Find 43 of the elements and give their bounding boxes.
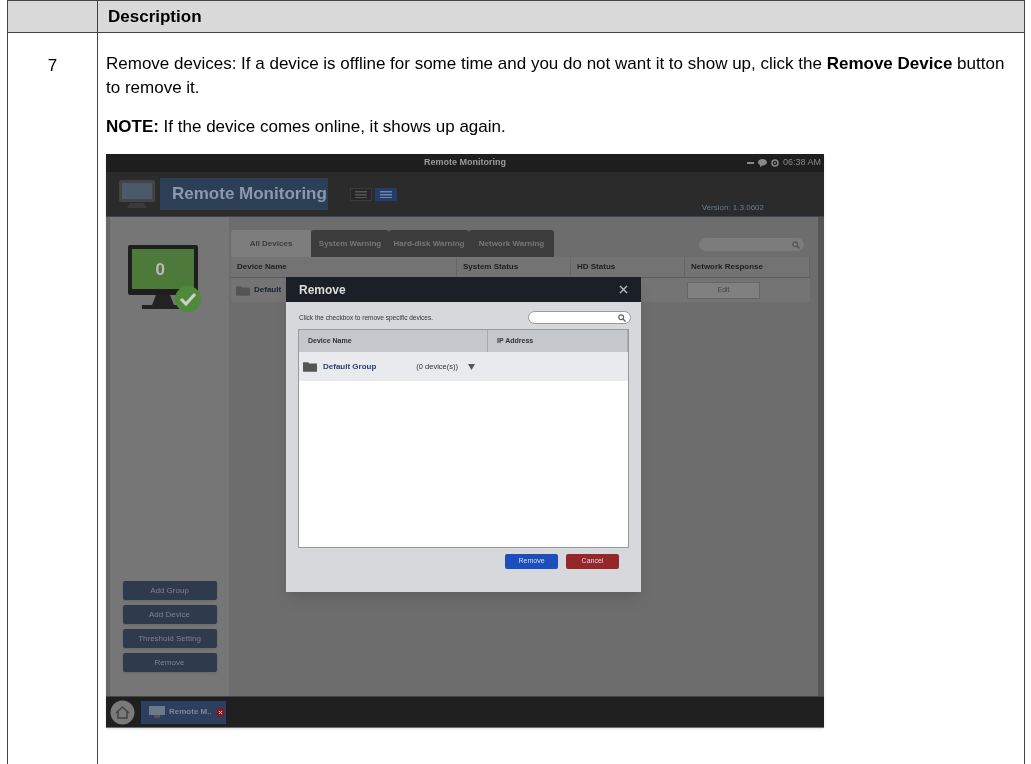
search-icon	[618, 313, 626, 322]
dropdown-arrow-icon[interactable]	[468, 363, 476, 370]
device-count: 0	[155, 259, 165, 281]
sidebar-button[interactable]: Threshold Setting	[122, 629, 217, 648]
sidebar-button[interactable]: Add Device	[122, 605, 217, 624]
column-header: Description	[107, 5, 202, 28]
search-field[interactable]	[528, 311, 631, 324]
search-field[interactable]	[699, 238, 804, 251]
folder-icon	[236, 284, 250, 296]
view-toggle[interactable]	[375, 187, 397, 201]
list-icon	[380, 190, 392, 198]
chat-icon[interactable]	[757, 159, 767, 167]
monitor-icon	[149, 706, 165, 718]
window-title: Remote Monitoring	[424, 156, 506, 170]
version-label: Version: 1.3.0602	[701, 202, 764, 214]
power-icon[interactable]	[770, 159, 779, 167]
sidebar-button[interactable]: Add Group	[122, 581, 217, 600]
step-number: 7	[47, 55, 58, 77]
minimize-icon[interactable]	[746, 161, 754, 165]
view-toggle[interactable]	[350, 187, 372, 201]
close-icon[interactable]	[215, 707, 225, 717]
search-icon	[792, 240, 800, 249]
taskbar-item[interactable]: Remote M..	[141, 700, 226, 724]
column-header: Network Response	[685, 257, 810, 277]
tab[interactable]: Network Warning	[469, 230, 554, 257]
description-text: Remove devices: If a device is offline for some time and you do not want it to show up, click the Remove Device button to remove it.	[106, 53, 1006, 99]
close-icon[interactable]	[619, 285, 628, 294]
clock-time: 06:38 AM	[782, 156, 821, 170]
app-title: Remote Monitoring	[160, 178, 328, 210]
sidebar-button[interactable]: Remove	[122, 653, 217, 672]
taskbar-label: Remote M..	[169, 706, 212, 718]
tab[interactable]: Hard-disk Warning	[389, 230, 469, 257]
dialog-title: Remove	[299, 281, 346, 299]
description-text: NOTE: If the device comes online, it shows up again.	[106, 116, 507, 138]
tab[interactable]: System Warning	[311, 230, 389, 257]
list-icon	[355, 190, 367, 198]
tab[interactable]: All Devices	[231, 230, 311, 257]
group-name: Default Group	[323, 360, 377, 373]
monitor-icon	[118, 179, 156, 209]
home-icon[interactable]	[110, 699, 135, 725]
folder-icon	[303, 361, 317, 372]
group-name[interactable]: Default	[254, 284, 282, 296]
monitor-icon	[127, 245, 202, 313]
